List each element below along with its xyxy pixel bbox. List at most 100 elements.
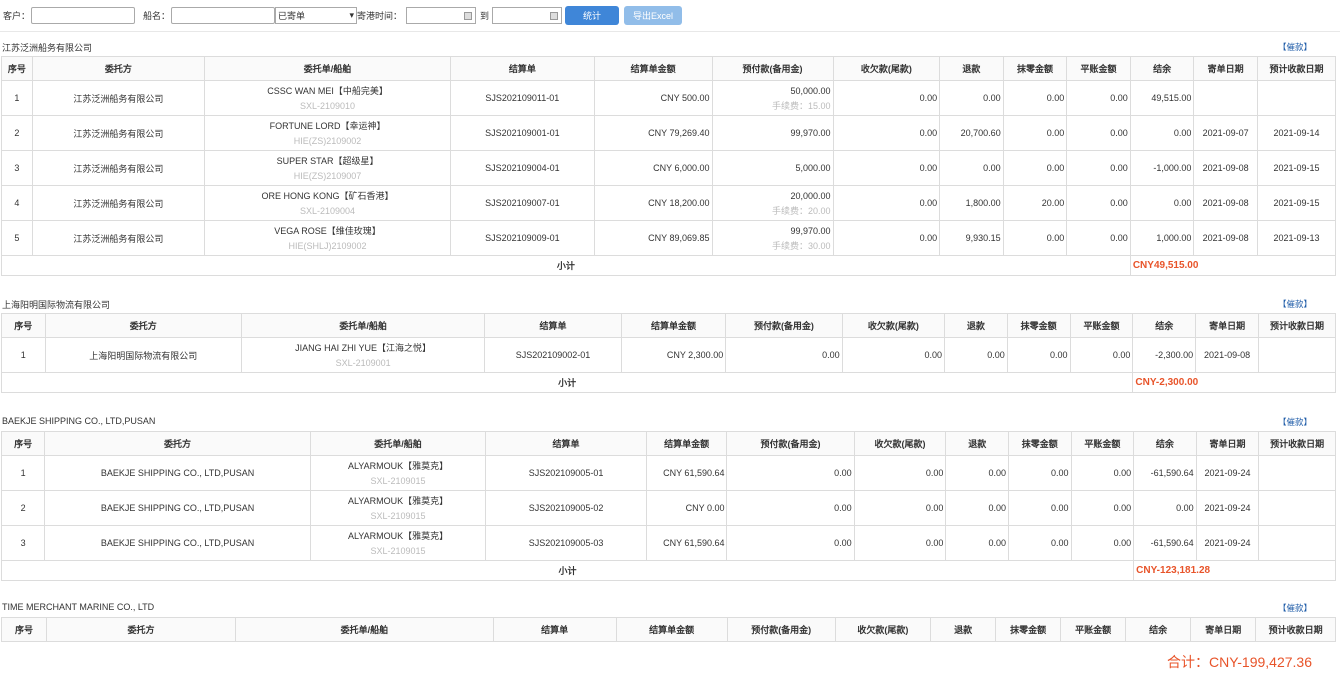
cell-due-date: 2021-09-14 xyxy=(1256,115,1337,151)
group-title: 上海阳明国际物流有限公司 xyxy=(2,300,111,310)
column-header: 退款 xyxy=(930,617,997,642)
column-header: 结余 xyxy=(1129,56,1195,81)
subtotal-value: CNY-123,181.28 xyxy=(1133,560,1336,581)
order-number: SXL-2109004 xyxy=(300,205,356,216)
column-header: 委托方 xyxy=(31,56,206,81)
cell-balance: 1,000.00 xyxy=(1129,220,1195,256)
cell-ship: FORTUNE LORD【幸运神】 HIE(ZS)2109002 xyxy=(203,115,452,151)
cell-send-date: 2021-09-07 xyxy=(1193,115,1258,151)
cell-refund: 9,930.15 xyxy=(939,220,1004,256)
cell-due-date xyxy=(1258,455,1336,491)
cell-no: 2 xyxy=(0,490,46,526)
remind-link[interactable]: 【催款】 xyxy=(1278,416,1312,428)
table-row: 2 BAEKJE SHIPPING CO., LTD,PUSAN ALYARMOUK… xyxy=(0,490,1336,526)
remind-link[interactable]: 【催款】 xyxy=(1278,602,1312,614)
table-row: 1 上海阳明国际物流有限公司 JIANG HAI ZHI YUE【江海之悦】 SXL-… xyxy=(1,337,1337,373)
cell-no: 3 xyxy=(0,525,46,561)
cell-send-date: 2021-09-08 xyxy=(1193,220,1258,256)
status-select[interactable]: 已寄单 ▾ xyxy=(275,7,358,24)
cell-ship: ALYARMOUK【雅莫克】 SXL-2109015 xyxy=(309,455,487,491)
column-header: 结余 xyxy=(1125,617,1192,642)
cell-due-date xyxy=(1258,490,1336,526)
prepay-value: 50,000.00 xyxy=(790,85,831,96)
cell-client: 上海阳明国际物流有限公司 xyxy=(44,337,243,373)
order-number: SXL-2109015 xyxy=(370,475,426,486)
column-header: 寄单日期 xyxy=(1193,56,1258,81)
cell-owed: 0.00 xyxy=(832,80,941,116)
column-header: 结算单 xyxy=(485,431,647,456)
cell-due-date: 2021-09-15 xyxy=(1256,185,1337,221)
cell-round: 0.00 xyxy=(1006,337,1071,373)
cell-owed: 0.00 xyxy=(853,490,947,526)
cell-send-date: 2021-09-24 xyxy=(1195,455,1260,491)
cell-prepay: 0.00 xyxy=(726,490,855,526)
ship-name-input[interactable] xyxy=(171,7,276,24)
order-number: HIE(SHLJ)2109002 xyxy=(288,240,367,251)
column-header: 结算单 xyxy=(492,617,617,642)
calendar-icon xyxy=(464,11,473,20)
customer-input[interactable] xyxy=(31,7,136,24)
ship-name: ALYARMOUK【雅莫克】 xyxy=(347,460,449,471)
settlement-table: 序号 委托方 委托单/船舶 结算单 结算单金额 预付款(备用金) 收欠款(尾款) 退款 抹零金额… xyxy=(0,313,1337,393)
remind-link[interactable]: 【催款】 xyxy=(1278,41,1312,53)
column-header: 抹零金额 xyxy=(1006,313,1071,338)
cell-balance: -1,000.00 xyxy=(1129,150,1195,186)
cell-balance: 49,515.00 xyxy=(1129,80,1195,116)
cell-refund: 1,800.00 xyxy=(939,185,1004,221)
column-header: 序号 xyxy=(0,431,46,456)
cell-due-date xyxy=(1258,525,1336,561)
cell-balance: 0.00 xyxy=(1129,115,1195,151)
table-row: 4 江苏泛洲船务有限公司 ORE HONG KONG【矿石香港】 SXL-210900… xyxy=(1,185,1337,221)
fee-value: 手续费：15.00 xyxy=(771,100,831,111)
ship-name: ORE HONG KONG【矿石香港】 xyxy=(261,190,394,201)
start-date-input[interactable] xyxy=(406,7,477,24)
cell-balance: -61,590.64 xyxy=(1133,455,1197,491)
cell-client: 江苏泛洲船务有限公司 xyxy=(31,115,206,151)
customer-label: 客户： xyxy=(3,11,31,21)
cell-bill: SJS202109007-01 xyxy=(450,185,595,221)
cell-round: 0.00 xyxy=(1008,525,1072,561)
cell-bill: SJS202109002-01 xyxy=(484,337,622,373)
cell-flat: 0.00 xyxy=(1070,525,1135,561)
column-header: 委托单/船舶 xyxy=(309,431,487,456)
end-date-input[interactable] xyxy=(492,7,563,24)
column-header: 收欠款(尾款) xyxy=(841,313,945,338)
cell-bill: SJS202109004-01 xyxy=(450,150,595,186)
cell-ship: JIANG HAI ZHI YUE【江海之悦】 SXL-2109001 xyxy=(241,337,486,373)
column-header: 预付款(备用金) xyxy=(711,56,834,81)
cell-balance: 0.00 xyxy=(1129,185,1195,221)
cell-no: 1 xyxy=(1,337,46,373)
cell-amount: CNY 18,200.00 xyxy=(593,185,713,221)
cell-amount: CNY 500.00 xyxy=(593,80,713,116)
cell-bill: SJS202109001-01 xyxy=(450,115,595,151)
cell-prepay: 99,970.00 手续费：30.00 xyxy=(711,220,834,256)
cell-amount: CNY 79,269.40 xyxy=(593,115,713,151)
cell-send-date: 2021-09-24 xyxy=(1195,525,1260,561)
cell-flat: 0.00 xyxy=(1069,337,1134,373)
cell-prepay: 99,970.00 xyxy=(711,115,834,151)
cell-flat: 0.00 xyxy=(1070,490,1135,526)
cell-flat: 0.00 xyxy=(1066,115,1131,151)
column-header: 平账金额 xyxy=(1060,617,1127,642)
header-row: 序号 委托方 委托单/船舶 结算单 结算单金额 预付款(备用金) 收欠款(尾款) 退款 抹零金额… xyxy=(0,431,1336,456)
column-header: 寄单日期 xyxy=(1195,431,1260,456)
cell-ship: CSSC WAN MEI【中船完美】 SXL-2109010 xyxy=(203,80,452,116)
column-header: 抹零金额 xyxy=(995,617,1062,642)
column-header: 序号 xyxy=(1,56,33,81)
cell-balance: 0.00 xyxy=(1133,490,1197,526)
cell-owed: 0.00 xyxy=(832,220,941,256)
cell-ship: ALYARMOUK【雅莫克】 SXL-2109015 xyxy=(309,525,487,561)
column-header: 预计收款日期 xyxy=(1257,313,1337,338)
column-header: 结算单 xyxy=(484,313,622,338)
subtotal-row: 小计 CNY49,515.00 xyxy=(1,255,1337,276)
export-excel-button[interactable]: 导出Excel xyxy=(624,6,683,25)
column-header: 结算单金额 xyxy=(593,56,713,81)
column-header: 结算单金额 xyxy=(615,617,728,642)
column-header: 结余 xyxy=(1133,431,1197,456)
stat-button[interactable]: 统计 xyxy=(565,6,620,25)
cell-due-date xyxy=(1256,80,1337,116)
table-row: 2 江苏泛洲船务有限公司 FORTUNE LORD【幸运神】 HIE(ZS)21090… xyxy=(1,115,1337,151)
remind-link[interactable]: 【催款】 xyxy=(1278,298,1312,310)
cell-amount: CNY 6,000.00 xyxy=(593,150,713,186)
table-row: 5 江苏泛洲船务有限公司 VEGA ROSE【维佳玫瑰】 HIE(SHLJ)21090… xyxy=(1,220,1337,256)
